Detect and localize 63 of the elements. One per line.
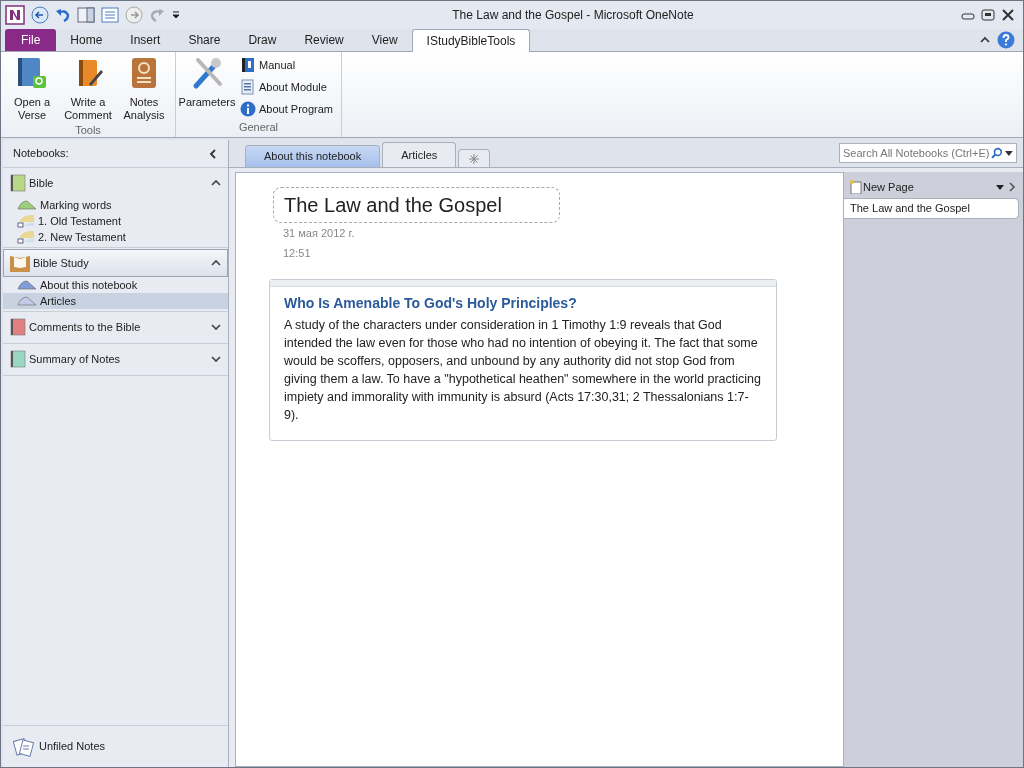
group-label: Tools bbox=[74, 123, 102, 138]
page-date: 31 мая 2012 г. bbox=[282, 226, 356, 241]
help-icon[interactable] bbox=[997, 31, 1015, 49]
collapse-icon[interactable] bbox=[211, 259, 221, 267]
dropdown-icon[interactable] bbox=[995, 183, 1005, 191]
info-icon bbox=[240, 101, 256, 117]
ribbon-button[interactable]: Open a Verse bbox=[5, 56, 59, 122]
notebook-item[interactable]: Summary of Notes bbox=[3, 345, 228, 373]
ribbon-button[interactable]: Write a Comment bbox=[61, 56, 115, 122]
expand-pane-icon[interactable] bbox=[1007, 182, 1017, 192]
search-field[interactable]: Search All Notebooks (Ctrl+E) bbox=[839, 143, 1017, 163]
unfiled-notes-item[interactable]: Unfiled Notes bbox=[3, 725, 228, 767]
book-search-icon bbox=[15, 56, 49, 90]
app-logo-icon[interactable] bbox=[5, 5, 25, 25]
section-tab[interactable]: About this notebook bbox=[245, 145, 381, 167]
section-item[interactable]: Marking words bbox=[3, 197, 228, 213]
collapse-pane-icon[interactable] bbox=[208, 148, 218, 159]
ribbon-button[interactable]: Parameters bbox=[180, 56, 234, 119]
search-icon bbox=[991, 147, 1004, 159]
maximize-icon[interactable] bbox=[981, 9, 995, 21]
expand-icon[interactable] bbox=[211, 323, 221, 331]
notebook-item[interactable]: Bible bbox=[3, 169, 228, 197]
help-book-icon bbox=[240, 57, 256, 73]
file-tab[interactable]: File bbox=[5, 29, 57, 51]
group-label: General bbox=[237, 119, 280, 135]
sidebar-header: Notebooks: bbox=[13, 146, 69, 162]
documents-icon bbox=[13, 736, 35, 757]
dock-icon[interactable] bbox=[77, 6, 95, 24]
section-item[interactable]: 1. Old Testament bbox=[3, 213, 228, 229]
expand-icon[interactable] bbox=[211, 355, 221, 363]
ribbon-tab[interactable]: Share bbox=[174, 29, 235, 51]
collapse-icon[interactable] bbox=[211, 179, 221, 187]
ribbon-button[interactable]: Notes Analysis bbox=[117, 56, 171, 122]
ribbon-tab[interactable]: Home bbox=[56, 29, 117, 51]
note-paragraph: A study of the characters under consideration in 1 Timothy 1:9 reveals that God intended the law even for those who had no intention of obeying it. The fact that some would be scoffers, opposers, and unbound by any authority did not stop God from giving them a law. To have a "hypothetical heathen" somewhere in the world practicing impiety and immorality with immunity is absurd (Acts 17:30,31; 2 Thessalonians 1:7-9). bbox=[284, 317, 762, 424]
ribbon-button[interactable]: About Module bbox=[240, 78, 333, 96]
section-item[interactable]: Articles bbox=[3, 293, 228, 309]
section-item[interactable]: 2. New Testament bbox=[3, 229, 228, 245]
section-item[interactable]: About this notebook bbox=[3, 277, 228, 293]
document-list-icon bbox=[240, 79, 256, 95]
ribbon-tab[interactable]: View bbox=[357, 29, 412, 51]
ribbon-button[interactable]: Manual bbox=[240, 56, 333, 74]
section-tab[interactable]: Articles bbox=[382, 142, 457, 167]
page-title: The Law and the Gospel bbox=[273, 187, 560, 223]
ribbon-button[interactable]: About Program bbox=[240, 100, 333, 118]
ribbon-tab[interactable]: IStudyBibleTools bbox=[411, 29, 531, 52]
sparkle-icon bbox=[469, 153, 480, 164]
page-time: 12:51 bbox=[282, 245, 312, 261]
close-icon[interactable] bbox=[1001, 9, 1015, 21]
back-icon[interactable] bbox=[31, 6, 49, 24]
note-heading: Who Is Amenable To God's Holy Principles? bbox=[284, 294, 578, 313]
notebook-item[interactable]: Bible Study bbox=[3, 249, 228, 277]
dropdown-icon bbox=[1005, 150, 1013, 156]
new-page-icon bbox=[850, 180, 862, 194]
notebook-item[interactable]: Comments to the Bible bbox=[3, 313, 228, 341]
page-tab[interactable]: The Law and the Gospel bbox=[844, 198, 1019, 219]
ribbon-tab[interactable]: Draw bbox=[234, 29, 291, 51]
window-title: The Law and the Gospel - Microsoft OneNote bbox=[451, 7, 695, 24]
ribbon-tab[interactable]: Review bbox=[290, 29, 358, 51]
undo-icon[interactable] bbox=[55, 7, 71, 23]
ribbon-tab[interactable]: Insert bbox=[116, 29, 175, 51]
note-handle-bar[interactable] bbox=[270, 280, 776, 287]
new-page-button[interactable]: New Page bbox=[850, 178, 993, 196]
